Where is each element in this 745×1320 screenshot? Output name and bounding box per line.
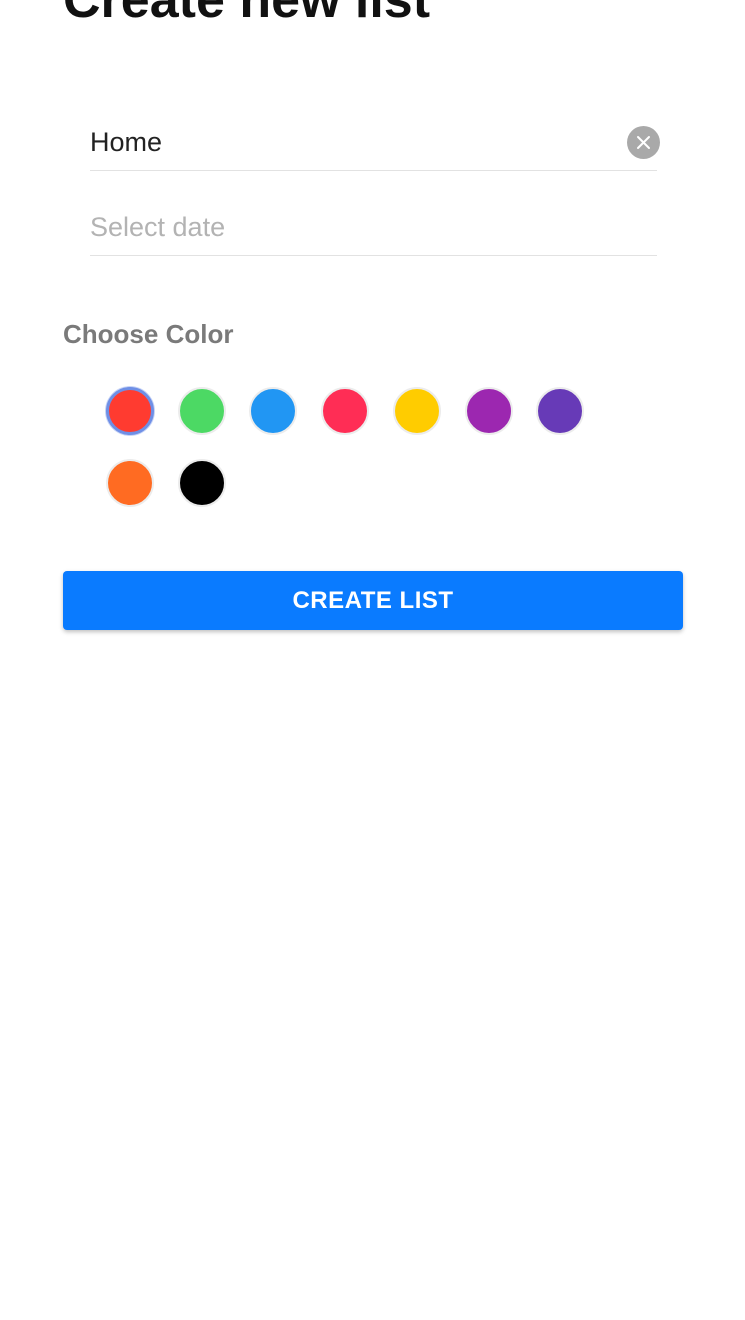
close-icon bbox=[637, 136, 650, 149]
list-name-field[interactable] bbox=[90, 120, 660, 171]
color-swatch-pink[interactable] bbox=[321, 387, 369, 435]
color-swatch-deep-purple[interactable] bbox=[536, 387, 584, 435]
clear-name-button[interactable] bbox=[627, 126, 660, 159]
color-swatch-black[interactable] bbox=[178, 459, 226, 507]
list-name-input[interactable] bbox=[90, 120, 610, 164]
color-swatch-green[interactable] bbox=[178, 387, 226, 435]
choose-color-label: Choose Color bbox=[63, 319, 234, 349]
page-title: Create new list bbox=[63, 0, 431, 29]
date-field[interactable] bbox=[90, 205, 657, 256]
color-swatch-yellow[interactable] bbox=[393, 387, 441, 435]
color-swatch-orange[interactable] bbox=[106, 459, 154, 507]
create-list-button[interactable]: CREATE LIST bbox=[63, 571, 683, 630]
color-swatch-blue[interactable] bbox=[249, 387, 297, 435]
date-input[interactable] bbox=[90, 205, 610, 249]
color-swatch-red[interactable] bbox=[106, 387, 154, 435]
color-swatch-purple[interactable] bbox=[465, 387, 513, 435]
